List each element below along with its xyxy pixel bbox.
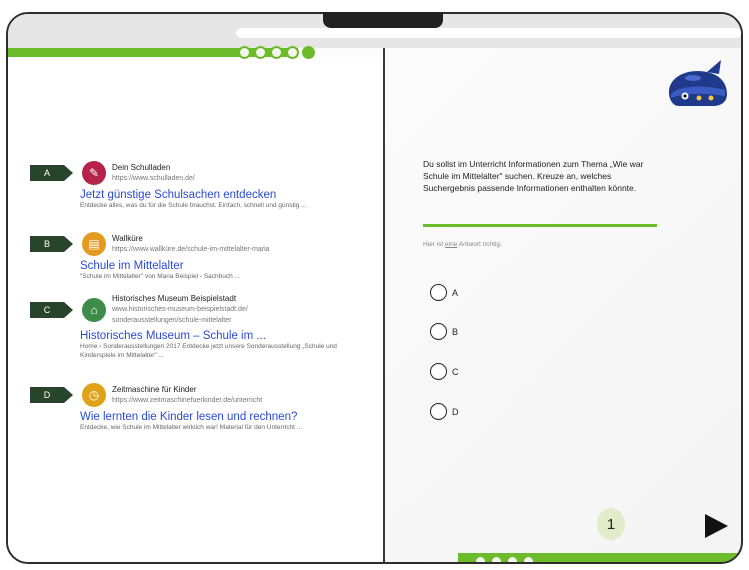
- result-description: Entdecke, wie Schule im Mittelalter wirk…: [80, 424, 303, 431]
- search-result-d: D ◷ Zeitmaschine für Kinder https://www.…: [30, 383, 360, 432]
- progress-dot: [270, 46, 283, 59]
- progress-dot: [254, 46, 267, 59]
- site-name: Wallküre: [112, 234, 143, 243]
- site-name: Dein Schulladen: [112, 163, 171, 172]
- question-underline: [423, 224, 657, 227]
- progress-dots-bottom: [458, 555, 535, 562]
- result-link[interactable]: Schule im Mittelalter: [80, 260, 360, 272]
- progress-dot: [286, 46, 299, 59]
- radio-button[interactable]: [430, 323, 447, 340]
- hint-prefix: Hier ist: [423, 241, 446, 248]
- site-url: https://www.schulladen.de/: [112, 175, 195, 182]
- site-url: https://www.zeitmaschinefuerkinder.de/un…: [112, 397, 263, 404]
- result-link[interactable]: Wie lernten die Kinder lesen und rechnen…: [80, 411, 360, 423]
- progress-dot: [522, 555, 535, 562]
- result-tag: C: [30, 301, 73, 318]
- site-url: https://www.wallküre.de/schule-im-mittel…: [112, 246, 270, 253]
- result-tag: A: [30, 165, 73, 181]
- option-c[interactable]: C: [430, 363, 459, 380]
- radio-button[interactable]: [430, 363, 447, 380]
- radio-button[interactable]: [430, 284, 447, 301]
- result-tag: D: [30, 387, 73, 403]
- search-result-c: C ⌂ Historisches Museum Beispielstadt ww…: [30, 293, 360, 360]
- pane-divider: [383, 48, 385, 562]
- device-notch: [323, 12, 443, 28]
- progress-dot: [238, 46, 251, 59]
- option-label: C: [452, 366, 459, 377]
- task-question: Du sollst im Unterricht Informationen zu…: [423, 159, 644, 193]
- option-label: B: [452, 326, 459, 337]
- progress-dots-top: [238, 46, 315, 59]
- museum-logo-icon: ⌂: [82, 297, 106, 322]
- hint-suffix: Antwort richtig.: [457, 241, 502, 248]
- progress-dot: [474, 555, 487, 562]
- clock-logo-icon: ◷: [82, 383, 106, 407]
- book-logo-icon: ▤: [82, 232, 106, 256]
- result-link[interactable]: Historisches Museum – Schule im ...: [80, 330, 360, 342]
- result-description: "Schule im Mittelalter" von Maria Beispi…: [80, 273, 240, 280]
- search-results-pane: A ✎ Dein Schulladen https://www.schullad…: [8, 57, 383, 562]
- answer-hint: Hier ist eine Antwort richtig.: [423, 241, 502, 248]
- page-number-badge: 1: [597, 508, 625, 540]
- tablet-frame: A ✎ Dein Schulladen https://www.schullad…: [6, 12, 743, 564]
- option-label: A: [452, 287, 459, 298]
- play-triangle-icon[interactable]: [702, 512, 730, 540]
- option-label: D: [452, 406, 459, 417]
- top-address-bar: [236, 28, 741, 38]
- option-d[interactable]: D: [430, 403, 459, 420]
- site-url: www.historisches-museum-beispielstadt.de…: [112, 306, 248, 324]
- option-a[interactable]: A: [430, 284, 458, 301]
- radio-button[interactable]: [430, 403, 447, 420]
- progress-dot-active: [302, 46, 315, 59]
- option-b[interactable]: B: [430, 323, 458, 340]
- result-link[interactable]: Jetzt günstige Schulsachen entdecken: [80, 189, 360, 201]
- search-result-a: A ✎ Dein Schulladen https://www.schullad…: [30, 161, 360, 210]
- search-result-b: B ▤ Wallküre https://www.wallküre.de/sch…: [30, 232, 360, 281]
- school-shop-logo-icon: ✎: [82, 161, 106, 185]
- site-name: Historisches Museum Beispielstadt: [112, 294, 237, 303]
- result-description: Entdecke alles, was du für die Schule br…: [80, 202, 307, 209]
- site-name: Zeitmaschine für Kinder: [112, 385, 197, 394]
- progress-dot: [506, 555, 519, 562]
- hint-emphasis: eine: [445, 241, 458, 248]
- whale-mascot-icon: [669, 60, 727, 106]
- progress-dot-active: [458, 555, 471, 562]
- result-description: Home › Sonderausstellungen 2017 Entdecke…: [80, 343, 337, 359]
- result-tag: B: [30, 236, 73, 252]
- progress-dot: [490, 555, 503, 562]
